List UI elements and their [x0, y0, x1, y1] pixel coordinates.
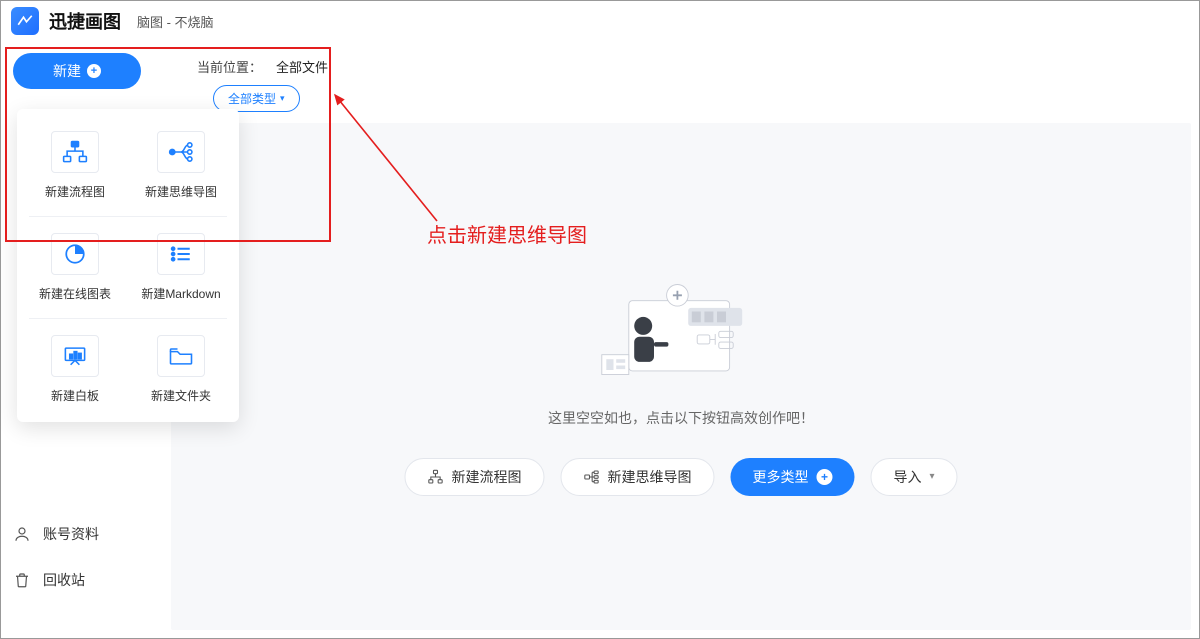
- more-types-button[interactable]: 更多类型 +: [730, 458, 854, 496]
- flowchart-icon: [427, 469, 443, 485]
- popover-item-label: 新建思维导图: [145, 183, 217, 200]
- type-filter-label: 全部类型: [228, 90, 276, 107]
- new-button[interactable]: 新建 +: [13, 53, 141, 89]
- cta-label: 新建思维导图: [607, 467, 691, 487]
- chevron-down-icon: ▾: [280, 93, 285, 104]
- sidebar-account-label: 账号资料: [43, 524, 99, 544]
- popover-new-folder[interactable]: 新建文件夹: [131, 327, 231, 412]
- whiteboard-icon: [51, 335, 99, 377]
- plus-icon: +: [87, 64, 101, 78]
- new-flowchart-button[interactable]: 新建流程图: [404, 458, 544, 496]
- breadcrumb-label: 当前位置：: [197, 57, 262, 76]
- type-filter-dropdown[interactable]: 全部类型 ▾: [213, 85, 300, 112]
- main-canvas: 这里空空如也，点击以下按钮高效创作吧！ 新建流程图 新建思维导图 更多类型 + …: [171, 123, 1191, 630]
- mindmap-icon: [583, 469, 599, 485]
- popover-new-flowchart[interactable]: 新建流程图: [25, 123, 125, 208]
- import-button[interactable]: 导入 ▾: [870, 458, 957, 496]
- folder-icon: [157, 335, 205, 377]
- sidebar-trash-label: 回收站: [43, 570, 85, 590]
- popover-item-label: 新建文件夹: [151, 387, 211, 404]
- sidebar-trash[interactable]: 回收站: [13, 570, 99, 590]
- new-popover: 新建流程图 新建思维导图 新建在线图表 新建Markdown 新建白板 新建文件…: [17, 109, 239, 422]
- cta-label: 更多类型: [752, 467, 808, 487]
- popover-new-mindmap[interactable]: 新建思维导图: [131, 123, 231, 208]
- popover-item-label: 新建流程图: [45, 183, 105, 200]
- empty-illustration: [591, 274, 771, 394]
- popover-item-label: 新建Markdown: [141, 285, 220, 302]
- cta-label: 导入: [893, 467, 921, 487]
- list-icon: [157, 233, 205, 275]
- annotation-text: 点击新建思维导图: [427, 219, 587, 248]
- trash-icon: [13, 571, 31, 589]
- user-icon: [13, 525, 31, 543]
- flowchart-icon: [51, 131, 99, 173]
- plus-icon: +: [816, 469, 832, 485]
- empty-state-text: 这里空空如也，点击以下按钮高效创作吧！: [548, 408, 814, 428]
- new-button-label: 新建: [53, 61, 81, 81]
- chevron-down-icon: ▾: [929, 471, 934, 482]
- sidebar-account[interactable]: 账号资料: [13, 524, 99, 544]
- app-subtitle: 脑图 - 不烧脑: [137, 12, 214, 31]
- popover-new-onlinechart[interactable]: 新建在线图表: [25, 225, 125, 310]
- app-logo: [11, 7, 39, 35]
- popover-item-label: 新建在线图表: [39, 285, 111, 302]
- mindmap-icon: [157, 131, 205, 173]
- app-title: 迅捷画图: [49, 8, 121, 34]
- cta-label: 新建流程图: [451, 467, 521, 487]
- popover-item-label: 新建白板: [51, 387, 99, 404]
- popover-new-markdown[interactable]: 新建Markdown: [131, 225, 231, 310]
- popover-new-whiteboard[interactable]: 新建白板: [25, 327, 125, 412]
- breadcrumb-value: 全部文件: [276, 57, 328, 76]
- new-mindmap-button[interactable]: 新建思维导图: [560, 458, 714, 496]
- piechart-icon: [51, 233, 99, 275]
